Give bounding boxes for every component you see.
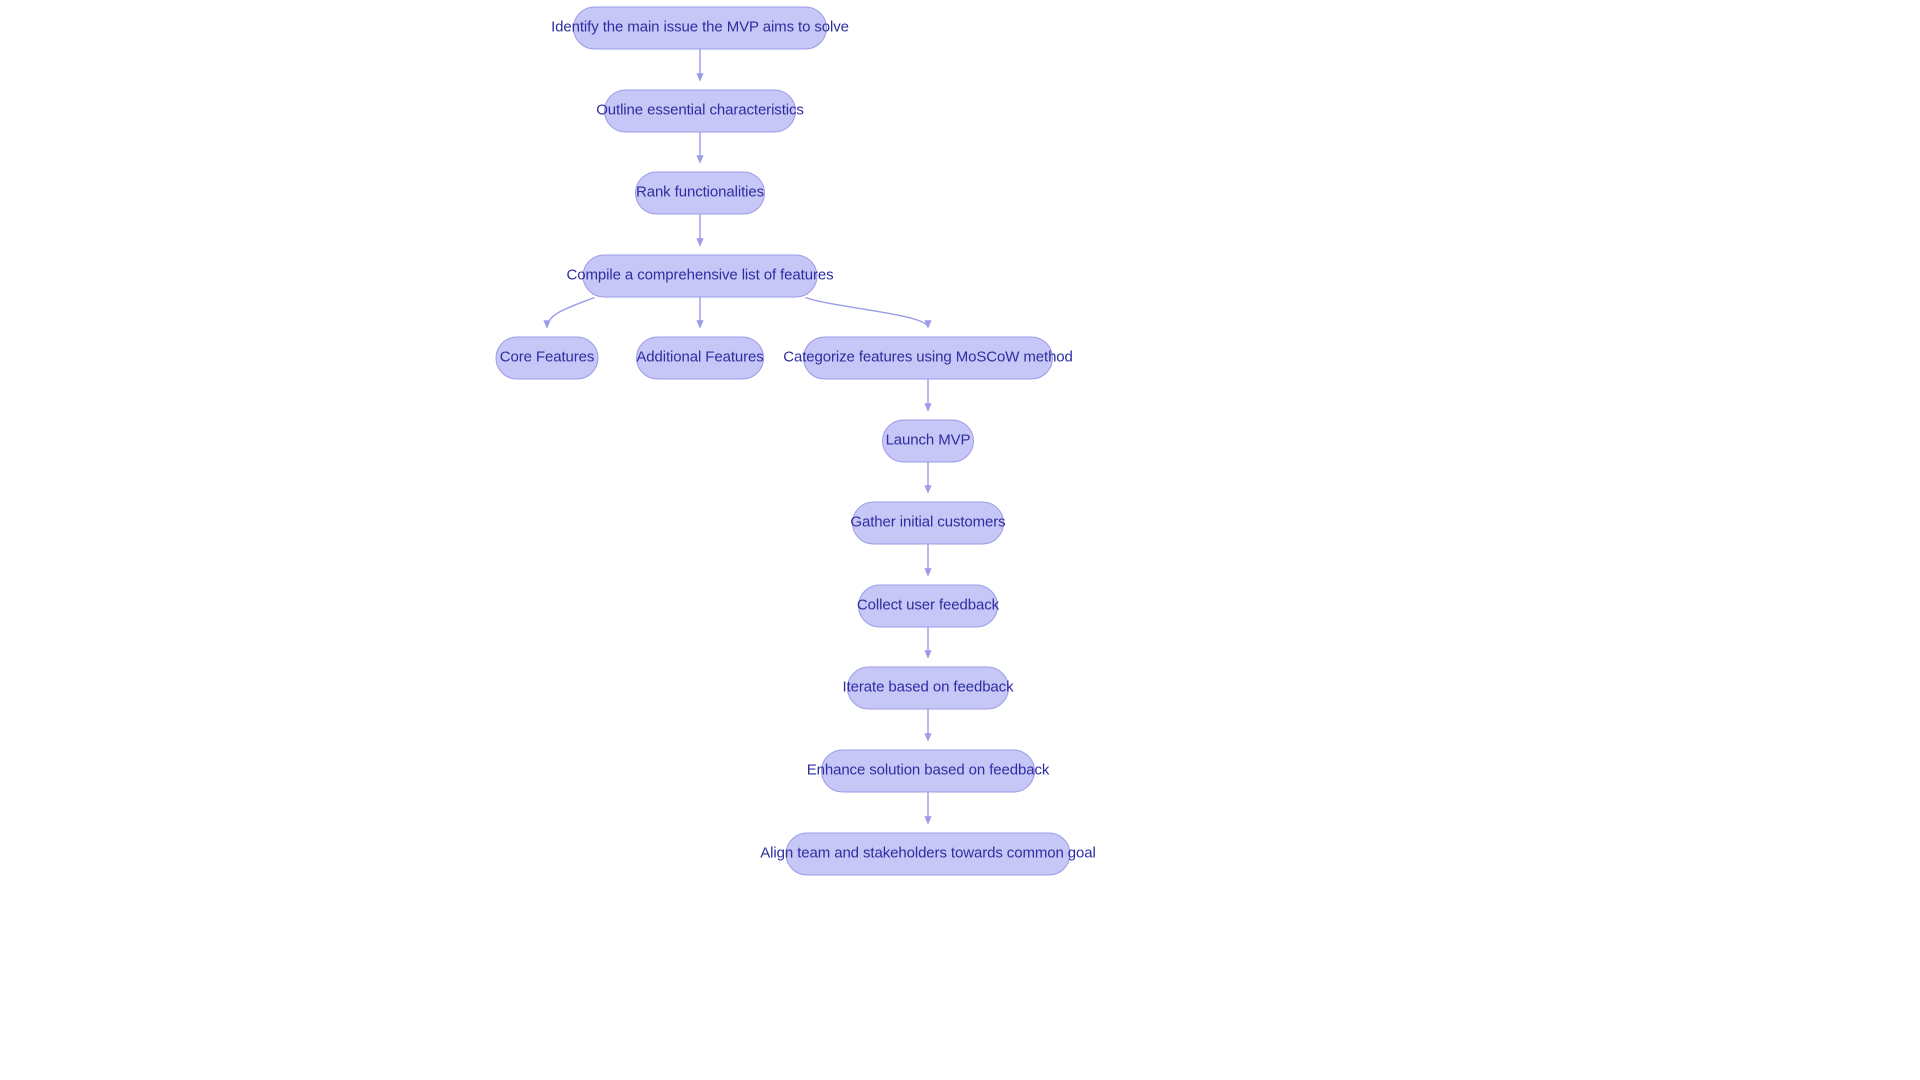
flow-edge-compile-features-to-core-features bbox=[543, 296, 595, 329]
flow-node-core-features[interactable]: Core Features bbox=[495, 336, 599, 380]
flow-node-label: Categorize features using MoSCoW method bbox=[783, 348, 1073, 366]
flow-node-label: Compile a comprehensive list of features bbox=[566, 266, 834, 284]
flow-node-label: Launch MVP bbox=[885, 431, 971, 449]
flow-node-identify-issue[interactable]: Identify the main issue the MVP aims to … bbox=[551, 6, 849, 50]
flow-node-gather-customers[interactable]: Gather initial customers bbox=[850, 501, 1006, 545]
flow-node-align-team[interactable]: Align team and stakeholders towards comm… bbox=[760, 832, 1096, 876]
flow-node-label: Gather initial customers bbox=[850, 513, 1006, 531]
flow-node-label: Enhance solution based on feedback bbox=[806, 761, 1050, 779]
flow-edge-compile-features-to-categorize-moscow bbox=[805, 296, 932, 329]
flow-node-label: Additional Features bbox=[636, 348, 764, 366]
flowchart-canvas: Identify the main issue the MVP aims to … bbox=[0, 0, 1920, 1080]
flow-node-iterate-feedback[interactable]: Iterate based on feedback bbox=[843, 666, 1014, 710]
flow-node-label: Core Features bbox=[499, 348, 595, 366]
flow-node-label: Align team and stakeholders towards comm… bbox=[760, 844, 1096, 862]
flow-node-label: Outline essential characteristics bbox=[596, 101, 804, 119]
flow-node-outline-characteristics[interactable]: Outline essential characteristics bbox=[596, 89, 804, 133]
flow-node-additional-features[interactable]: Additional Features bbox=[636, 336, 764, 380]
flow-node-launch-mvp[interactable]: Launch MVP bbox=[882, 419, 974, 463]
flow-node-collect-feedback[interactable]: Collect user feedback bbox=[857, 584, 999, 628]
flow-node-label: Rank functionalities bbox=[635, 183, 765, 201]
flow-node-rank-functionalities[interactable]: Rank functionalities bbox=[635, 171, 765, 215]
flow-node-compile-features[interactable]: Compile a comprehensive list of features bbox=[567, 254, 834, 298]
flow-node-label: Identify the main issue the MVP aims to … bbox=[551, 18, 849, 36]
flow-node-categorize-moscow[interactable]: Categorize features using MoSCoW method bbox=[783, 336, 1073, 380]
flow-node-label: Iterate based on feedback bbox=[842, 678, 1014, 696]
flow-node-label: Collect user feedback bbox=[856, 596, 1000, 614]
flow-node-enhance-solution[interactable]: Enhance solution based on feedback bbox=[807, 749, 1049, 793]
